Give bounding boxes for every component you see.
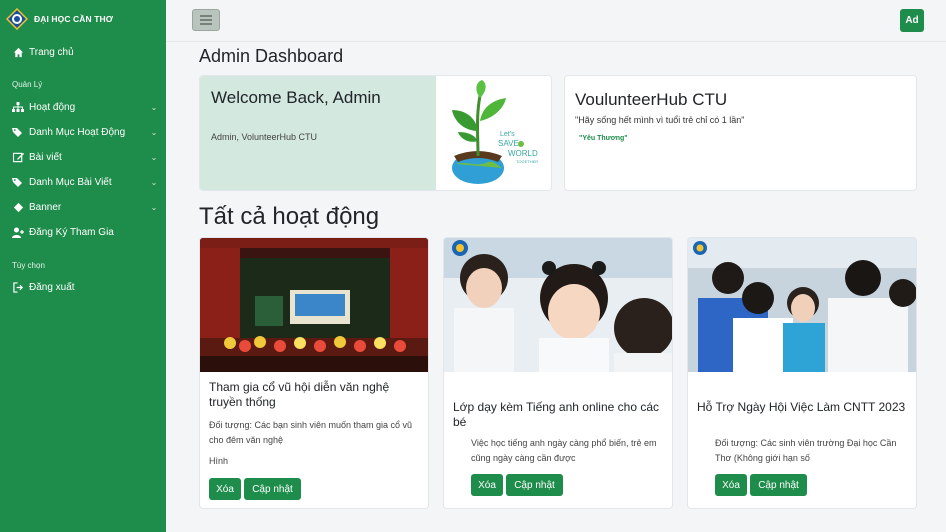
svg-text:Let's: Let's xyxy=(500,131,515,138)
activities-section-title: Tất cả hoạt động xyxy=(199,203,380,230)
sidebar-item-label: Danh Mục Bài Viết xyxy=(29,176,112,188)
update-button[interactable]: Cập nhật xyxy=(506,474,563,496)
hub-card: VoulunteerHub CTU "Hãy sống hết mình vì … xyxy=(564,75,917,191)
home-icon xyxy=(12,46,24,58)
sidebar-item-registrations[interactable]: Đăng Ký Tham Gia xyxy=(12,223,158,241)
sidebar-item-activities[interactable]: Hoạt động ⌄ xyxy=(12,98,158,116)
activity-image xyxy=(444,238,672,372)
sidebar-item-post-categories[interactable]: Danh Mục Bài Viết ⌄ xyxy=(12,173,158,191)
activity-image xyxy=(200,238,428,372)
welcome-subtitle: Admin, VolunteerHub CTU xyxy=(211,132,318,142)
update-button[interactable]: Cập nhật xyxy=(244,478,301,500)
brand[interactable]: ĐẠI HỌC CẦN THƠ xyxy=(6,8,113,30)
activity-title: Lớp dạy kèm Tiếng anh online cho các bé xyxy=(453,400,659,429)
chevron-down-icon: ⌄ xyxy=(150,152,158,162)
avatar[interactable]: Ad xyxy=(900,9,924,32)
update-button[interactable]: Cập nhật xyxy=(750,474,807,496)
diamond-icon xyxy=(12,201,24,213)
tags-icon xyxy=(12,176,24,188)
university-logo xyxy=(6,8,28,30)
section-label-manage: Quản Lý xyxy=(12,80,43,89)
welcome-panel: Welcome Back, Admin Admin, VolunteerHub … xyxy=(200,76,436,190)
activity-description: Đối tượng: Các sinh viên trường Đại học … xyxy=(715,438,897,463)
activity-card: Tham gia cổ vũ hội diễn văn nghệ truyền … xyxy=(199,237,429,509)
activity-image xyxy=(688,238,916,372)
brand-name: ĐẠI HỌC CẦN THƠ xyxy=(34,14,114,24)
sidebar: ĐẠI HỌC CẦN THƠ Trang chủ Quản Lý Hoạt đ… xyxy=(0,0,166,532)
user-plus-icon xyxy=(12,226,24,238)
delete-button[interactable]: Xóa xyxy=(715,474,747,496)
sidebar-item-banner[interactable]: Banner ⌄ xyxy=(12,198,158,216)
sidebar-item-label: Danh Mục Hoạt Động xyxy=(29,126,126,138)
hamburger-icon xyxy=(200,15,212,25)
activity-description: Đối tượng: Các bạn sinh viên muốn tham g… xyxy=(209,420,413,445)
svg-text:SAVE: SAVE xyxy=(498,139,519,148)
topbar: Ad xyxy=(166,0,946,42)
activity-card: Hỗ Trợ Ngày Hội Việc Làm CNTT 2023 Đối t… xyxy=(687,237,917,509)
hub-quote: "Hãy sống hết mình vì tuổi trẻ chỉ có 1 … xyxy=(575,115,745,125)
sidebar-item-home[interactable]: Trang chủ xyxy=(12,43,158,61)
earth-plant-illustration: Let's SAVE WORLD TOGETHER xyxy=(436,76,551,190)
chevron-down-icon: ⌄ xyxy=(150,102,158,112)
delete-button[interactable]: Xóa xyxy=(471,474,503,496)
svg-text:TOGETHER: TOGETHER xyxy=(516,159,538,164)
chevron-down-icon: ⌄ xyxy=(150,127,158,137)
sitemap-icon xyxy=(12,101,24,113)
sidebar-item-label: Đăng xuất xyxy=(29,281,75,293)
chevron-down-icon: ⌄ xyxy=(150,177,158,187)
hub-tag: "Yêu Thương" xyxy=(579,135,628,142)
welcome-card: Welcome Back, Admin Admin, VolunteerHub … xyxy=(199,75,552,191)
sidebar-item-label: Trang chủ xyxy=(29,46,74,58)
activity-title: Tham gia cổ vũ hội diễn văn nghệ truyền … xyxy=(209,380,390,409)
tags-icon xyxy=(12,126,24,138)
sidebar-item-label: Bài viết xyxy=(29,151,62,163)
svg-text:WORLD: WORLD xyxy=(508,149,538,158)
welcome-title: Welcome Back, Admin xyxy=(211,88,381,107)
menu-toggle-button[interactable] xyxy=(192,9,220,31)
sidebar-item-logout[interactable]: Đăng xuất xyxy=(12,278,158,296)
sidebar-item-activity-categories[interactable]: Danh Mục Hoạt Động ⌄ xyxy=(12,123,158,141)
edit-icon xyxy=(12,151,24,163)
activity-card: Lớp dạy kèm Tiếng anh online cho các bé … xyxy=(443,237,673,509)
sign-out-icon xyxy=(12,281,24,293)
delete-button[interactable]: Xóa xyxy=(209,478,241,500)
sidebar-item-label: Hoạt động xyxy=(29,101,76,113)
page-title: Admin Dashboard xyxy=(199,46,344,66)
section-label-options: Tùy chọn xyxy=(12,261,45,270)
activity-description: Việc học tiếng anh ngày càng phổ biến, t… xyxy=(471,438,657,463)
activity-extra: Hình xyxy=(209,456,229,466)
activity-title: Hỗ Trợ Ngày Hội Việc Làm CNTT 2023 xyxy=(697,400,906,414)
sidebar-item-posts[interactable]: Bài viết ⌄ xyxy=(12,148,158,166)
sidebar-item-label: Đăng Ký Tham Gia xyxy=(29,226,114,238)
hub-title: VoulunteerHub CTU xyxy=(575,90,728,109)
chevron-down-icon: ⌄ xyxy=(150,202,158,212)
sidebar-item-label: Banner xyxy=(29,201,62,213)
